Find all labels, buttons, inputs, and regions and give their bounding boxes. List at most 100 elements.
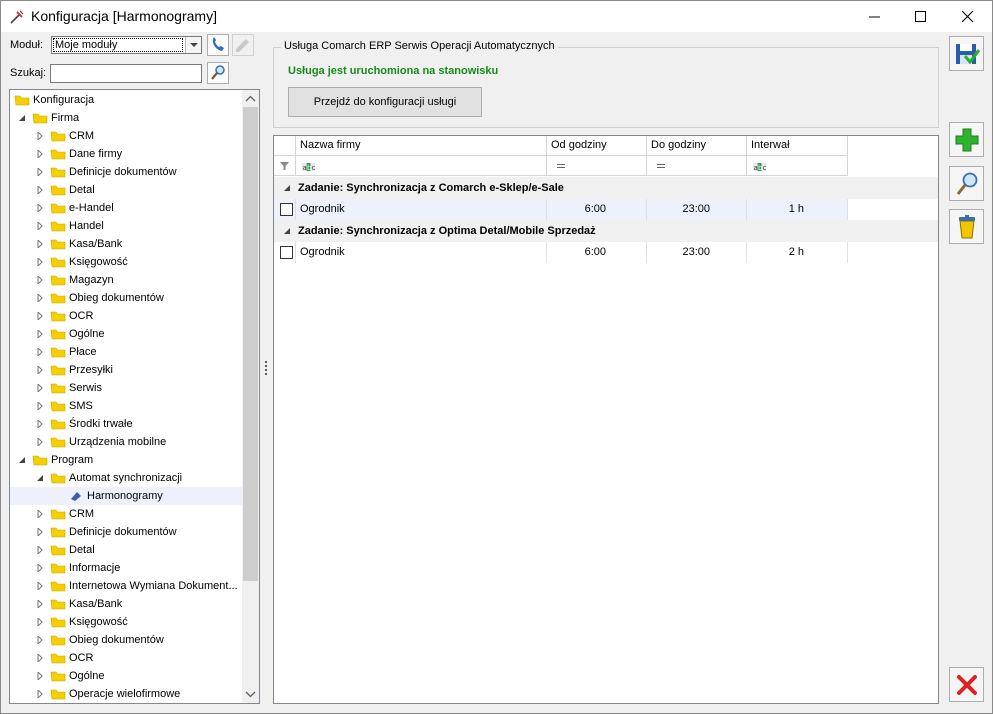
collapsed-triangle-icon[interactable] (36, 510, 44, 518)
tree-item[interactable]: CRM (10, 505, 243, 523)
maximize-button[interactable] (898, 1, 944, 32)
tree-item[interactable]: Księgowość (10, 253, 243, 271)
service-config-button[interactable]: Przejdź do konfiguracji usługi (288, 87, 482, 117)
collapsed-triangle-icon[interactable] (36, 222, 44, 230)
panel-splitter[interactable] (265, 361, 268, 377)
collapsed-triangle-icon[interactable] (36, 150, 44, 158)
collapsed-triangle-icon[interactable] (36, 294, 44, 302)
collapsed-triangle-icon[interactable] (36, 132, 44, 140)
tree-item[interactable]: Przesyłki (10, 361, 243, 379)
search-input[interactable] (50, 64, 202, 83)
delete-button[interactable] (949, 209, 984, 244)
tree-item[interactable]: Ogólne (10, 325, 243, 343)
tree-item[interactable]: e-Handel (10, 199, 243, 217)
module-select[interactable]: Moje moduły (51, 36, 202, 54)
collapsed-triangle-icon[interactable] (36, 420, 44, 428)
collapsed-triangle-icon[interactable] (36, 384, 44, 392)
tree-item[interactable]: Kasa/Bank (10, 235, 243, 253)
tree-item[interactable]: Konfiguracja (10, 91, 243, 109)
tree-item[interactable]: Automat synchronizacji (10, 469, 243, 487)
grid-group-row[interactable]: Zadanie: Synchronizacja z Optima Detal/M… (274, 220, 938, 242)
collapsed-triangle-icon[interactable] (36, 366, 44, 374)
tree-item[interactable]: Ogólne (10, 667, 243, 685)
expanded-triangle-icon[interactable] (36, 474, 44, 482)
tree-item[interactable]: Płace (10, 343, 243, 361)
collapsed-triangle-icon[interactable] (36, 690, 44, 698)
column-header-to[interactable]: Do godziny (647, 136, 747, 156)
minimize-button[interactable] (852, 1, 898, 32)
tree-item[interactable]: Program (10, 451, 243, 469)
tree-item[interactable]: SMS (10, 397, 243, 415)
tree-item[interactable]: Firma (10, 109, 243, 127)
collapsed-triangle-icon[interactable] (36, 348, 44, 356)
add-button[interactable] (949, 122, 984, 157)
column-header-interval[interactable]: Interwał (747, 136, 848, 156)
column-header-from[interactable]: Od godziny (547, 136, 647, 156)
scroll-up-button[interactable] (242, 90, 259, 107)
scroll-thumb[interactable] (243, 107, 258, 581)
tree-item[interactable]: Informacje (10, 559, 243, 577)
module-edit-button[interactable] (232, 34, 254, 56)
collapsed-triangle-icon[interactable] (36, 582, 44, 590)
expanded-triangle-icon[interactable] (18, 114, 26, 122)
cell-from[interactable]: 6:00 (547, 199, 647, 220)
collapsed-triangle-icon[interactable] (36, 330, 44, 338)
tree-item[interactable]: Obieg dokumentów (10, 631, 243, 649)
cell-to[interactable]: 23:00 (647, 199, 747, 220)
filter-cell-from[interactable] (547, 156, 647, 175)
tree-scrollbar[interactable] (242, 90, 259, 703)
tree-item[interactable]: Dane firmy (10, 145, 243, 163)
tree-item[interactable]: Środki trwałe (10, 415, 243, 433)
tree-item[interactable]: OCR (10, 307, 243, 325)
search-button[interactable] (207, 62, 229, 84)
collapsed-triangle-icon[interactable] (36, 186, 44, 194)
cell-firm[interactable]: Ogrodnik (296, 242, 547, 263)
collapsed-triangle-icon[interactable] (36, 618, 44, 626)
grid-group-row[interactable]: Zadanie: Synchronizacja z Comarch e-Skle… (274, 177, 938, 199)
tree-item[interactable]: Obieg dokumentów (10, 289, 243, 307)
table-row[interactable]: Ogrodnik 6:00 23:00 2 h (274, 242, 848, 263)
filter-cell-firm[interactable]: abc (296, 156, 547, 175)
collapsed-triangle-icon[interactable] (36, 240, 44, 248)
tree-item[interactable]: CRM (10, 127, 243, 145)
tree-item[interactable]: Detal (10, 541, 243, 559)
collapsed-triangle-icon[interactable] (36, 168, 44, 176)
collapsed-triangle-icon[interactable] (36, 438, 44, 446)
filter-cell-interval[interactable]: abc (747, 156, 848, 175)
chevron-down-icon[interactable] (185, 37, 201, 53)
row-checkbox-cell[interactable] (274, 242, 296, 263)
tree-item[interactable]: Handel (10, 217, 243, 235)
cell-interval[interactable]: 1 h (747, 199, 848, 220)
collapsed-triangle-icon[interactable] (36, 672, 44, 680)
cancel-button[interactable] (949, 667, 984, 702)
collapsed-triangle-icon[interactable] (36, 528, 44, 536)
table-row[interactable]: Ogrodnik 6:00 23:00 1 h (274, 199, 848, 220)
tree-item[interactable]: Księgowość (10, 613, 243, 631)
collapsed-triangle-icon[interactable] (36, 204, 44, 212)
collapsed-triangle-icon[interactable] (36, 546, 44, 554)
cell-interval[interactable]: 2 h (747, 242, 848, 263)
cell-to[interactable]: 23:00 (647, 242, 747, 263)
tree-item[interactable]: Kasa/Bank (10, 595, 243, 613)
row-checkbox-cell[interactable] (274, 199, 296, 220)
collapsed-triangle-icon[interactable] (36, 258, 44, 266)
collapsed-triangle-icon[interactable] (36, 312, 44, 320)
collapsed-triangle-icon[interactable] (36, 276, 44, 284)
collapsed-triangle-icon[interactable] (36, 654, 44, 662)
title-bar[interactable]: Konfiguracja [Harmonogramy] (1, 1, 992, 32)
tree-item[interactable]: OCR (10, 649, 243, 667)
row-checkbox[interactable] (280, 246, 293, 259)
save-button[interactable] (949, 36, 984, 71)
tree-item[interactable]: Urządzenia mobilne (10, 433, 243, 451)
collapsed-triangle-icon[interactable] (36, 636, 44, 644)
preview-button[interactable] (949, 166, 984, 201)
module-phone-button[interactable] (207, 34, 229, 56)
cell-firm[interactable]: Ogrodnik (296, 199, 547, 220)
column-header-firm[interactable]: Nazwa firmy (296, 136, 547, 156)
tree-item[interactable]: Serwis (10, 379, 243, 397)
collapsed-triangle-icon[interactable] (36, 600, 44, 608)
schedule-grid[interactable]: Nazwa firmy Od godziny Do godziny Interw… (273, 135, 939, 704)
scroll-down-button[interactable] (242, 686, 259, 703)
tree-item[interactable]: Operacje wielofirmowe (10, 685, 243, 703)
filter-icon-cell[interactable] (274, 156, 296, 175)
